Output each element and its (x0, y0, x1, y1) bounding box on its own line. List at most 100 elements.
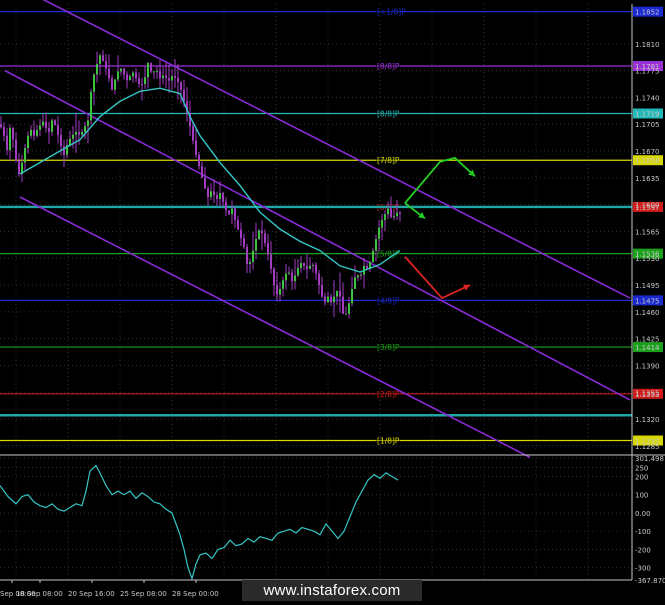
candle-body (309, 265, 311, 269)
cci-tick-label: -100 (635, 528, 651, 536)
candle-body (216, 195, 218, 199)
candle-body (48, 128, 50, 132)
cci-tick-label: 250 (635, 464, 648, 472)
candle-body (198, 154, 200, 167)
candle-body (114, 79, 116, 90)
candle-body (333, 296, 335, 303)
y-tick-label: 1.1565 (635, 228, 660, 236)
candle-body (99, 55, 101, 64)
murrey-price-tag-label: 1.1852 (635, 9, 660, 17)
candle-body (303, 263, 305, 266)
candle-body (345, 313, 347, 315)
candle-body (291, 272, 293, 282)
candle-body (54, 120, 56, 125)
candle-body (306, 265, 308, 269)
candle-body (201, 166, 203, 178)
candle-body (30, 129, 32, 136)
murrey-level-label: [4/8]P (377, 296, 400, 305)
candle-body (171, 75, 173, 81)
candle-body (156, 70, 158, 72)
candle-body (249, 262, 251, 264)
candle-body (243, 238, 245, 247)
murrey-level-label: [+1/8]P (377, 8, 406, 17)
candle-body (165, 75, 167, 79)
candle-body (318, 273, 320, 286)
candle-body (15, 139, 17, 161)
x-tick-label: 25 Sep 08:00 (120, 590, 167, 598)
candle-body (288, 272, 290, 274)
candle-body (81, 131, 83, 135)
x-tick-label: 18 Sep 08:00 (16, 590, 63, 598)
candle-body (102, 55, 104, 62)
y-tick-label: 1.1635 (635, 175, 660, 183)
candle-body (228, 210, 230, 215)
candle-body (126, 74, 128, 81)
x-tick-label: 20 Sep 16:00 (68, 590, 115, 598)
candle-body (231, 208, 233, 215)
cci-tick-label: -200 (635, 546, 651, 554)
candle-body (234, 208, 236, 220)
candle-body (378, 227, 380, 240)
candle-body (267, 242, 269, 255)
candle-body (387, 208, 389, 215)
candle-body (213, 191, 215, 196)
candle-body (264, 233, 266, 243)
candle-body (12, 128, 14, 140)
candle-body (96, 63, 98, 75)
candle-body (168, 78, 170, 81)
candle-body (105, 61, 107, 69)
candle-body (372, 250, 374, 263)
candle-body (120, 68, 122, 72)
murrey-price-tag-label: 1.1414 (635, 344, 660, 352)
candle-body (261, 230, 263, 234)
candle-body (294, 275, 296, 282)
candle-body (375, 239, 377, 251)
candle-body (6, 135, 8, 151)
cci-tick-label: -367.870 (635, 577, 665, 585)
candle-body (279, 288, 281, 295)
candle-body (297, 267, 299, 276)
candle-body (381, 219, 383, 228)
candle-body (330, 296, 332, 303)
candle-body (108, 68, 110, 79)
candle-body (0, 124, 2, 128)
candle-body (45, 121, 47, 129)
y-tick-label: 1.1320 (635, 416, 660, 424)
candle-body (393, 216, 395, 218)
murrey-level-label: [8/8]P (377, 110, 400, 119)
candle-body (312, 264, 314, 266)
candle-body (315, 264, 317, 274)
candle-body (396, 212, 398, 217)
candle-body (84, 126, 86, 132)
candle-body (24, 148, 26, 163)
candle-body (132, 72, 134, 77)
candle-body (339, 290, 341, 297)
cci-tick-label: 0.00 (635, 510, 651, 518)
candle-body (390, 208, 392, 218)
murrey-level-label: [2/8]P (377, 390, 400, 399)
candle-body (174, 75, 176, 78)
candle-body (177, 77, 179, 83)
candle-body (78, 131, 80, 135)
candle-body (327, 296, 329, 303)
candle-body (225, 201, 227, 211)
cci-tick-label: 100 (635, 492, 648, 500)
candle-body (129, 76, 131, 81)
candle-body (246, 246, 248, 264)
murrey-level-label: [8/8]P (377, 62, 400, 71)
y-tick-label: 1.1355 (635, 389, 660, 397)
candle-body (42, 121, 44, 126)
candle-body (192, 126, 194, 141)
candle-body (123, 68, 125, 75)
y-tick-label: 1.1775 (635, 68, 660, 76)
candle-body (87, 120, 89, 127)
candle-body (222, 193, 224, 202)
candle-body (111, 78, 113, 90)
candle-body (162, 75, 164, 79)
y-tick-label: 1.1670 (635, 148, 660, 156)
chart-background (0, 0, 665, 605)
candle-body (93, 74, 95, 92)
candle-body (285, 273, 287, 281)
candle-body (9, 128, 11, 151)
candle-body (72, 134, 74, 139)
